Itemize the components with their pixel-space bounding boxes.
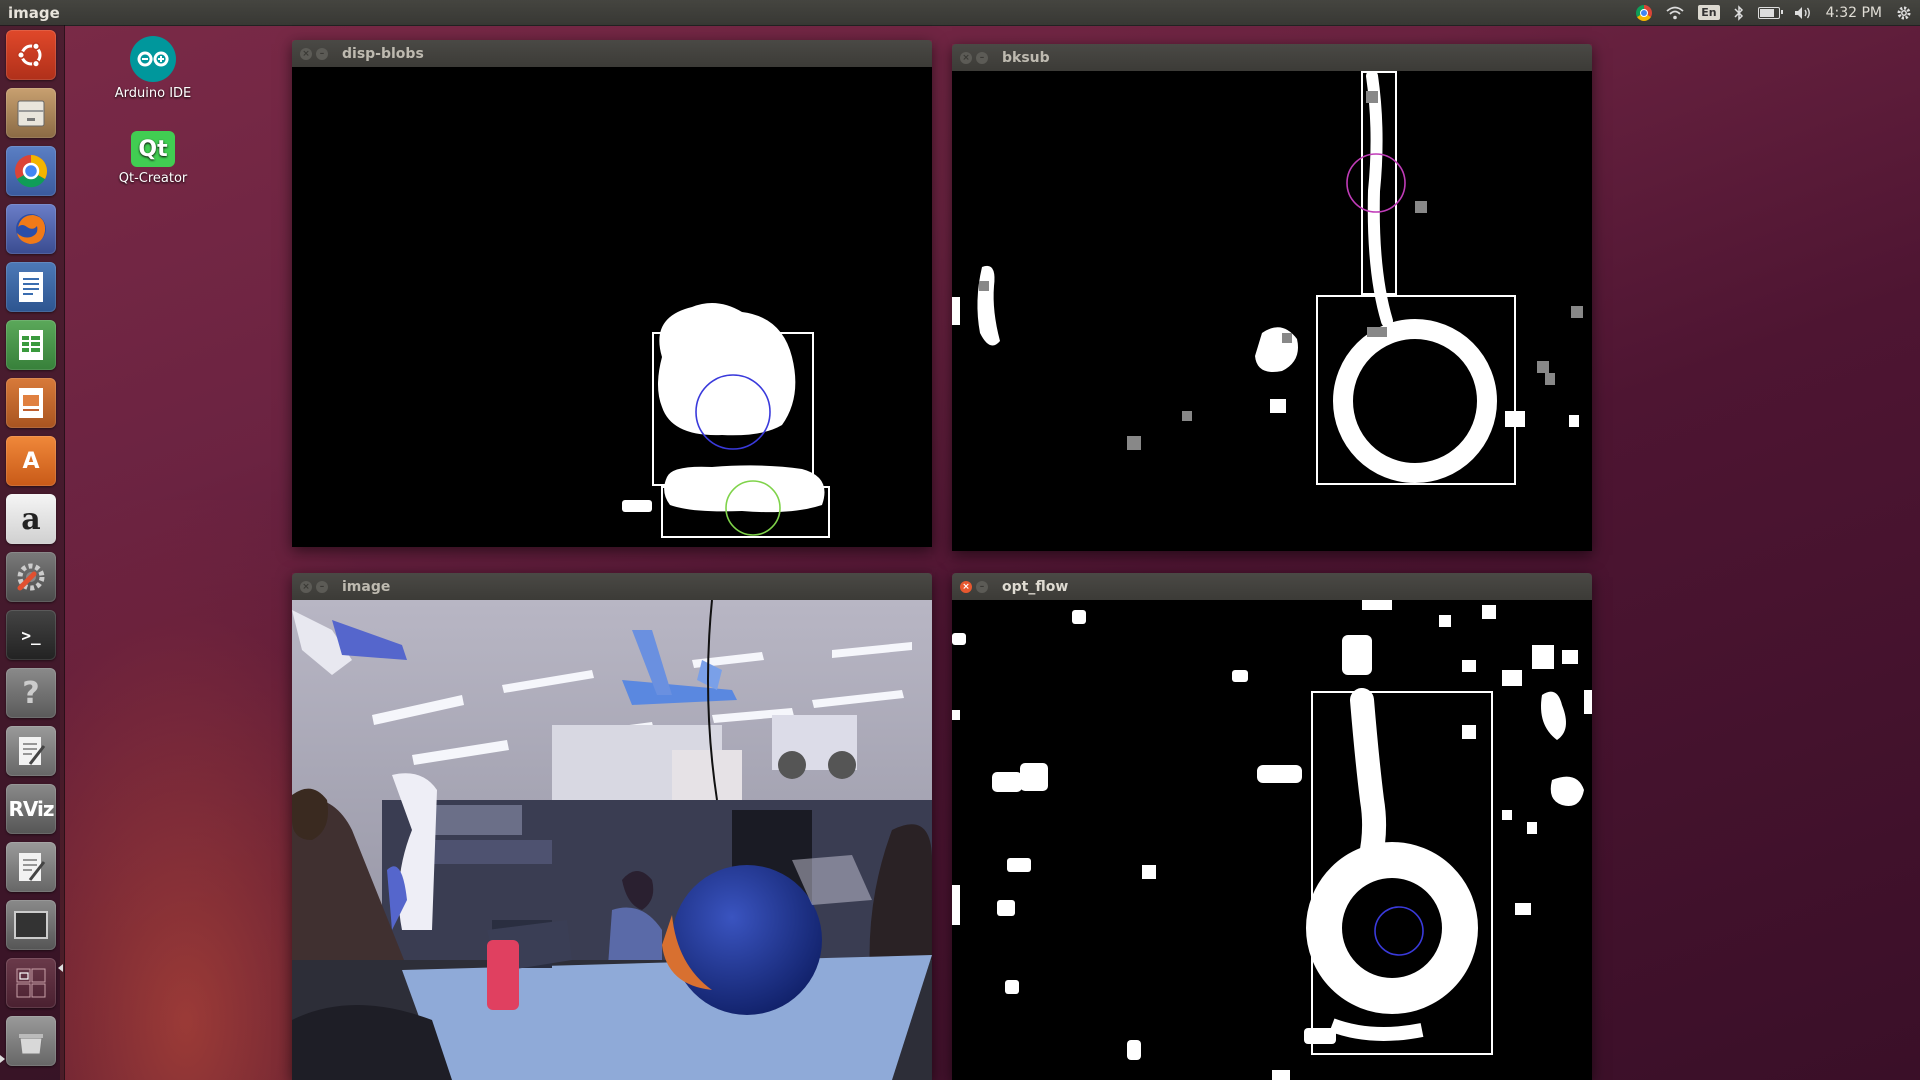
active-app-title: image bbox=[8, 3, 60, 22]
text-editor-icon[interactable] bbox=[6, 726, 56, 776]
file-cabinet-icon[interactable] bbox=[6, 88, 56, 138]
settings-gear-icon[interactable] bbox=[1896, 5, 1912, 21]
camera-image bbox=[292, 600, 932, 1080]
window-disp-blobs[interactable]: × – disp-blobs bbox=[292, 40, 932, 547]
qt-glyph: Qt bbox=[138, 136, 168, 162]
rviz-icon[interactable]: RViz bbox=[6, 784, 56, 834]
close-icon[interactable]: × bbox=[960, 51, 972, 64]
launcher-pip bbox=[0, 1055, 5, 1063]
desktop-icon-qt-creator[interactable]: Qt Qt-Creator bbox=[93, 125, 213, 186]
desktop-icon-label: Arduino IDE bbox=[114, 86, 192, 101]
language-label: En bbox=[1698, 5, 1720, 20]
bluetooth-icon[interactable] bbox=[1734, 4, 1744, 21]
window-icon[interactable] bbox=[6, 900, 56, 950]
close-icon[interactable]: × bbox=[300, 47, 312, 60]
amazon-glyph: a bbox=[21, 501, 41, 537]
window-title: opt_flow bbox=[1002, 578, 1069, 595]
clock[interactable]: 4:32 PM bbox=[1826, 5, 1882, 21]
window-title: disp-blobs bbox=[342, 45, 424, 62]
amazon-icon[interactable]: a bbox=[6, 494, 56, 544]
ubuntu-logo-icon[interactable] bbox=[6, 30, 56, 80]
minimize-icon[interactable]: – bbox=[316, 47, 328, 60]
chrome-icon[interactable] bbox=[1636, 4, 1653, 21]
active-window-pip bbox=[58, 964, 63, 972]
window-bksub[interactable]: × – bksub bbox=[952, 44, 1592, 551]
arduino-icon bbox=[130, 36, 176, 82]
titlebar[interactable]: × – image bbox=[292, 573, 932, 600]
trash-icon[interactable] bbox=[6, 1016, 56, 1066]
language-indicator[interactable]: En bbox=[1698, 5, 1720, 20]
libreoffice-calc-icon[interactable] bbox=[6, 320, 56, 370]
titlebar[interactable]: × – opt_flow bbox=[952, 573, 1592, 600]
wifi-icon[interactable] bbox=[1666, 6, 1684, 20]
battery-icon[interactable] bbox=[1757, 6, 1783, 19]
indicator-area: En 4:32 PM bbox=[1636, 0, 1912, 25]
desktop-icon-arduino[interactable]: Arduino IDE bbox=[93, 36, 213, 101]
software-center-glyph: A bbox=[22, 448, 40, 474]
rviz-glyph: RViz bbox=[8, 797, 54, 821]
question-icon[interactable]: ? bbox=[6, 668, 56, 718]
window-image[interactable]: × – image bbox=[292, 573, 932, 1080]
opt-flow-canvas bbox=[952, 600, 1592, 1080]
unity-launcher: A a >_ ? RViz bbox=[0, 25, 65, 1080]
titlebar[interactable]: × – disp-blobs bbox=[292, 40, 932, 67]
bksub-canvas bbox=[952, 71, 1592, 551]
titlebar[interactable]: × – bksub bbox=[952, 44, 1592, 71]
disp-blobs-canvas bbox=[292, 67, 932, 547]
minimize-icon[interactable]: – bbox=[316, 580, 328, 593]
text-editor-icon[interactable] bbox=[6, 842, 56, 892]
firefox-icon[interactable] bbox=[6, 204, 56, 254]
top-panel: image En 4:32 PM bbox=[0, 0, 1920, 25]
close-icon[interactable]: × bbox=[960, 580, 972, 593]
shopping-bag-icon[interactable]: A bbox=[6, 436, 56, 486]
wrench-gear-icon[interactable] bbox=[6, 552, 56, 602]
libreoffice-impress-icon[interactable] bbox=[6, 378, 56, 428]
minimize-icon[interactable]: – bbox=[976, 580, 988, 593]
minimize-icon[interactable]: – bbox=[976, 51, 988, 64]
workspace-switcher-icon[interactable] bbox=[6, 958, 56, 1008]
window-title: image bbox=[342, 578, 391, 595]
terminal-icon[interactable]: >_ bbox=[6, 610, 56, 660]
close-icon[interactable]: × bbox=[300, 580, 312, 593]
chrome-icon[interactable] bbox=[6, 146, 56, 196]
qt-creator-icon: Qt bbox=[131, 131, 175, 167]
window-opt-flow[interactable]: × – opt_flow bbox=[952, 573, 1592, 1080]
volume-icon[interactable] bbox=[1794, 6, 1812, 20]
help-glyph: ? bbox=[22, 675, 40, 711]
window-title: bksub bbox=[1002, 49, 1050, 66]
libreoffice-writer-icon[interactable] bbox=[6, 262, 56, 312]
desktop-icon-label: Qt-Creator bbox=[118, 171, 188, 186]
terminal-glyph: >_ bbox=[21, 625, 41, 645]
